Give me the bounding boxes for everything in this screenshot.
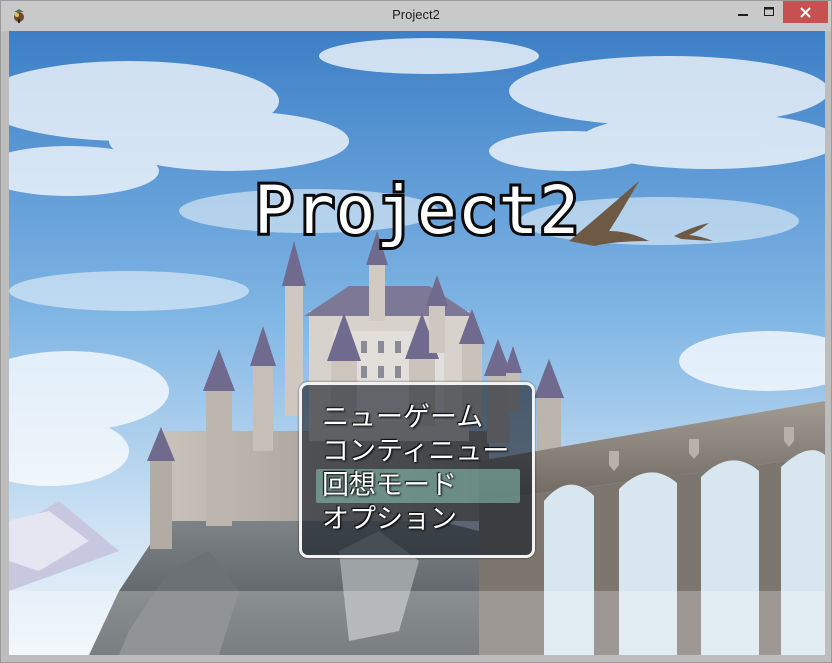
- maximize-icon: [764, 7, 774, 16]
- minimize-icon: [738, 14, 748, 16]
- game-screen[interactable]: Project2 ニューゲーム コンティニュー 回想モード オプション: [9, 31, 825, 655]
- menu-item-continue[interactable]: コンティニュー: [316, 435, 520, 469]
- title-command-menu: ニューゲーム コンティニュー 回想モード オプション: [299, 382, 535, 558]
- window-title: Project2: [392, 7, 440, 22]
- close-button[interactable]: [783, 1, 828, 23]
- close-icon: [800, 6, 811, 18]
- minimize-button[interactable]: [730, 1, 756, 23]
- maximize-button[interactable]: [756, 1, 782, 23]
- game-window: Project2 Project2 ニューゲーム コンティニュー 回想モード オ…: [0, 0, 832, 663]
- menu-item-recollection-mode[interactable]: 回想モード: [316, 469, 520, 503]
- title-background: [9, 31, 825, 655]
- menu-item-options[interactable]: オプション: [316, 503, 520, 537]
- menu-item-new-game[interactable]: ニューゲーム: [316, 401, 520, 435]
- title-bar[interactable]: Project2: [1, 1, 831, 31]
- game-title: Project2: [251, 169, 582, 252]
